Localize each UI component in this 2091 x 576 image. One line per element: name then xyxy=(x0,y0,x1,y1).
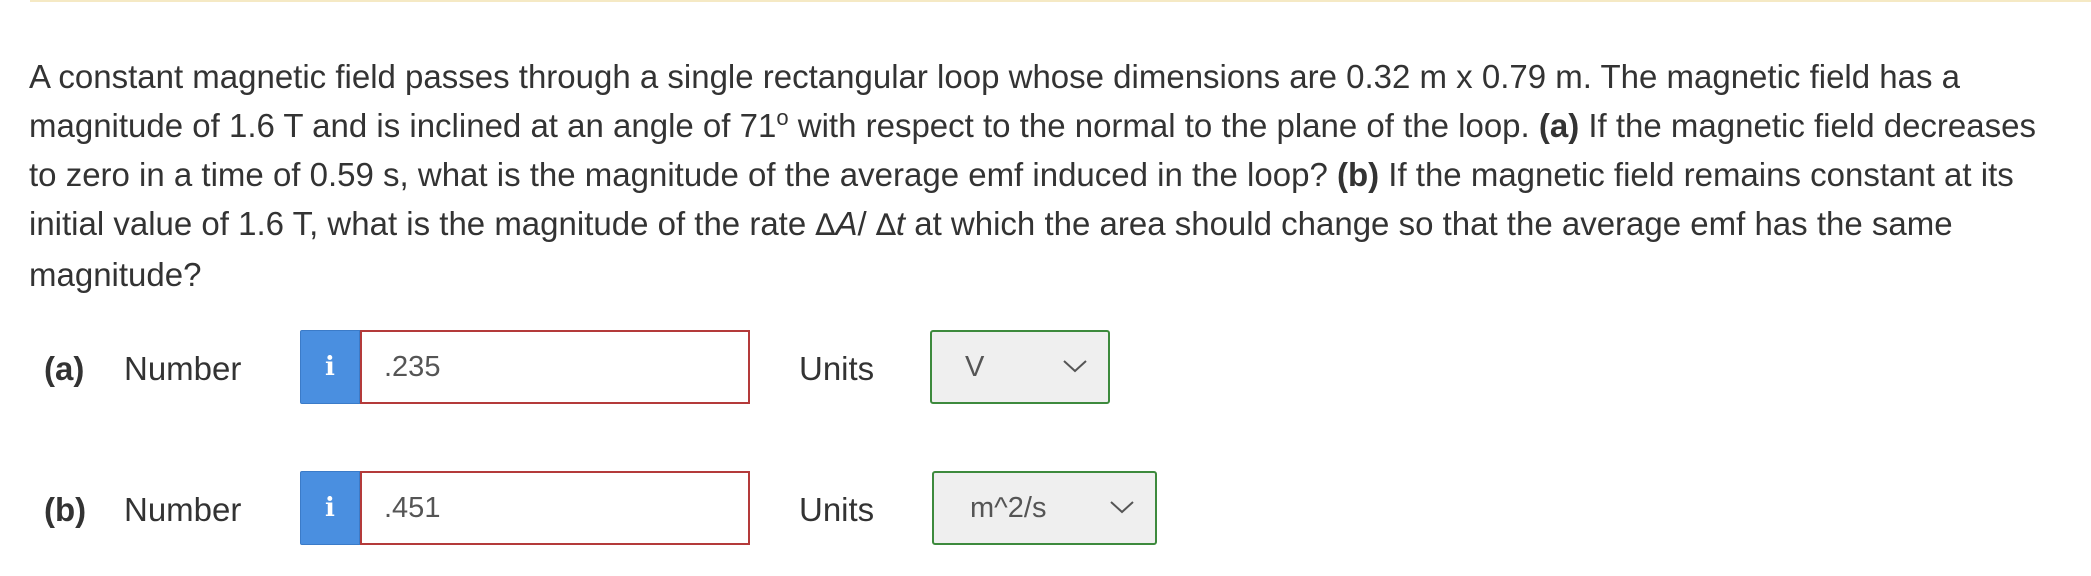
info-icon: i xyxy=(325,352,335,382)
chevron-down-icon xyxy=(1110,501,1134,514)
delta-symbol: ∆ xyxy=(815,208,836,243)
units-selected-value: V xyxy=(965,351,985,383)
number-label: Number xyxy=(124,491,242,528)
units-selected-value: m^2/s xyxy=(970,492,1047,524)
info-button[interactable]: i xyxy=(300,471,360,545)
units-label: Units xyxy=(799,350,875,387)
degree-sign: o xyxy=(776,105,789,130)
units-dropdown-a[interactable]: V xyxy=(930,330,1110,404)
units-label: Units xyxy=(799,491,875,528)
question-text: A constant magnetic field passes through… xyxy=(29,58,2036,293)
part-a-tag: (a) xyxy=(1538,107,1580,144)
part-label: (b) xyxy=(44,491,87,528)
info-button[interactable]: i xyxy=(300,330,360,404)
answer-row-b: (b) Number i Units m^2/s xyxy=(0,471,1200,547)
info-icon: i xyxy=(325,493,335,523)
top-divider xyxy=(30,0,2091,2)
part-label: (a) xyxy=(44,350,85,387)
delta-symbol: ∆ xyxy=(875,208,896,243)
chevron-down-icon xyxy=(1063,360,1087,373)
area-variable: A xyxy=(835,205,858,242)
number-label: Number xyxy=(124,350,242,387)
part-b-tag: (b) xyxy=(1336,156,1380,193)
number-input-b[interactable] xyxy=(360,471,750,545)
units-dropdown-b[interactable]: m^2/s xyxy=(932,471,1157,545)
number-input-a[interactable] xyxy=(360,330,750,404)
answer-row-a: (a) Number i Units V xyxy=(0,330,1200,406)
time-variable: t xyxy=(895,205,906,242)
